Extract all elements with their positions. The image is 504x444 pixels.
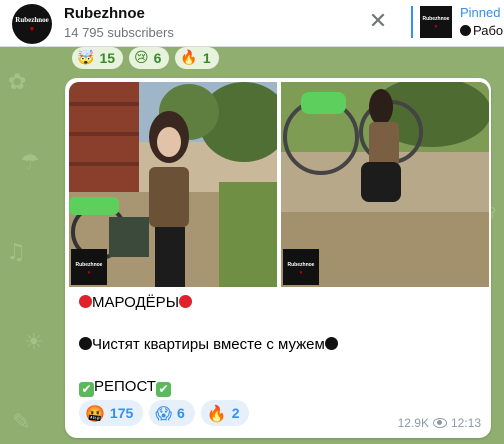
message-line-2: Чистят квартиры вместе с мужем [79, 336, 338, 354]
reaction-chip[interactable]: 🔥 1 [175, 47, 219, 69]
reaction-chip[interactable]: 😢 6 [129, 47, 170, 69]
pinned-message-preview[interactable]: Рабо [460, 23, 503, 38]
channel-title[interactable]: Rubezhnoe [64, 5, 145, 22]
message-reactions: 🤬 175 😱 6 🔥 2 [79, 400, 250, 426]
reaction-count: 15 [99, 50, 116, 66]
message-body: Чистят квартиры вместе с мужем [92, 336, 325, 353]
fire-icon: 🔥 [180, 50, 198, 66]
reaction-count: 175 [109, 405, 134, 421]
heart-icon: ♥ [434, 24, 438, 30]
eye-icon [432, 418, 447, 428]
exploding-head-icon: 🤯 [77, 50, 95, 66]
reaction-count: 1 [202, 50, 211, 66]
red-circle-icon [178, 295, 192, 308]
message-line-1: МАРОДЁРЫ [79, 294, 192, 312]
avatar-text: Rubezhnoe [15, 16, 49, 24]
watermark-text: Rubezhnoe [287, 262, 315, 268]
black-circle-icon [79, 337, 92, 350]
pinned-thumb-text: Rubezhnoe [422, 16, 450, 22]
heart-icon: ♥ [29, 26, 35, 33]
message-meta: 12.9K 12:13 [398, 416, 481, 430]
reaction-count: 2 [231, 405, 240, 421]
watermark-logo: Rubezhnoe ♥ [283, 249, 319, 285]
crying-face-icon: 😢 [134, 50, 149, 66]
reaction-chip[interactable]: 🔥 2 [200, 400, 250, 426]
message-heading: МАРОДЁРЫ [92, 294, 179, 311]
heart-icon: ♥ [87, 270, 91, 276]
channel-avatar[interactable]: Rubezhnoe ♥ [12, 4, 52, 44]
black-circle-icon [460, 25, 471, 36]
screaming-face-icon: 😱 [155, 403, 172, 423]
reaction-chip[interactable]: 🤯 15 [72, 47, 124, 69]
reaction-chip[interactable]: 😱 6 [149, 400, 195, 426]
reaction-chip[interactable]: 🤬 175 [79, 400, 144, 426]
message-repost: РЕПОСТ [94, 378, 156, 395]
reaction-count: 6 [176, 405, 185, 421]
red-circle-icon [79, 295, 92, 308]
check-mark-icon: ✔ [155, 382, 171, 397]
close-icon[interactable]: ✕ [367, 11, 389, 33]
fire-icon: 🔥 [206, 403, 227, 423]
message-photo[interactable]: Rubezhnoe ♥ [69, 82, 277, 287]
reaction-count: 6 [153, 50, 162, 66]
previous-message-reactions: 🤯 15 😢 6 🔥 1 [72, 47, 219, 69]
message-line-3: ✔ РЕПОСТ ✔ [79, 378, 171, 397]
subscriber-count: 14 795 subscribers [64, 25, 174, 40]
heart-icon: ♥ [299, 270, 303, 276]
black-circle-icon [324, 337, 338, 350]
watermark-logo: Rubezhnoe ♥ [71, 249, 107, 285]
pinned-indicator [411, 6, 413, 38]
pinned-thumbnail[interactable]: Rubezhnoe ♥ [420, 6, 452, 38]
message-photo[interactable]: Rubezhnoe ♥ [281, 82, 489, 287]
check-mark-icon: ✔ [79, 382, 94, 397]
message-time: 12:13 [450, 416, 481, 430]
pinned-label[interactable]: Pinned [460, 5, 500, 20]
watermark-text: Rubezhnoe [75, 262, 103, 268]
message-bubble: Rubezhnoe ♥ Rubezhnoe ♥ МАРОДЁРЫ Чистят … [65, 78, 491, 438]
angry-face-icon: 🤬 [85, 403, 105, 423]
pinned-text: Рабо [473, 23, 504, 38]
chat-header: Rubezhnoe ♥ Rubezhnoe 14 795 subscribers… [0, 0, 504, 47]
view-count: 12.9K [397, 416, 429, 430]
